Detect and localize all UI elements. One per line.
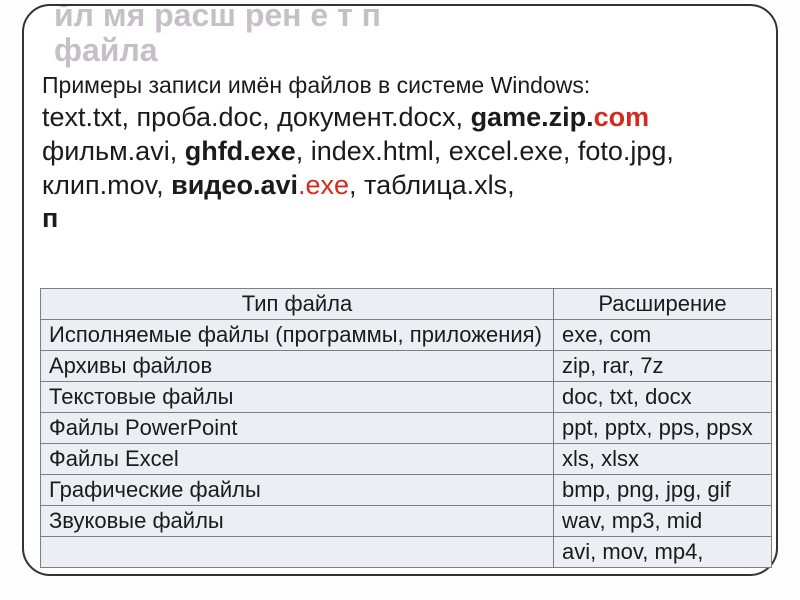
title-line1: йл мя расш рен е т п [54, 4, 381, 33]
ex-text: клип.mov, [42, 170, 171, 200]
td-ext: xls, xlsx [554, 444, 772, 475]
ex-text: text.txt, проба.doc, документ.docx, [42, 102, 471, 132]
td-type: Графические файлы [41, 475, 554, 506]
ex-bold: ghfd.exe [185, 136, 296, 166]
ex-text: , index.html, excel.exe, foto.jpg, [296, 136, 674, 166]
td-type: Звуковые файлы [41, 506, 554, 537]
table-header-row: Тип файла Расширение [41, 289, 772, 320]
td-type: Текстовые файлы [41, 382, 554, 413]
ex-red: .exe [298, 170, 349, 200]
slide-title: йл мя расш рен е т п файла [54, 4, 746, 68]
th-ext: Расширение [554, 289, 772, 320]
td-ext: avi, mov, mp4, [554, 537, 772, 568]
td-ext: bmp, png, jpg, gif [554, 475, 772, 506]
td-type: Архивы файлов [41, 351, 554, 382]
table-row: Файлы PowerPointppt, pptx, pps, ppsx [41, 413, 772, 444]
td-type: Исполняемые файлы (программы, приложения… [41, 320, 554, 351]
td-ext: exe, com [554, 320, 772, 351]
td-type [41, 537, 554, 568]
ex-red: com [594, 102, 650, 132]
ex-bold-cut: п [42, 203, 58, 233]
td-ext: ppt, pptx, pps, ppsx [554, 413, 772, 444]
table-row: Текстовые файлыdoc, txt, docx [41, 382, 772, 413]
td-ext: wav, mp3, mid [554, 506, 772, 537]
ex-text: фильм.avi, [42, 136, 185, 166]
extensions-table: Тип файла Расширение Исполняемые файлы (… [40, 288, 772, 568]
table-row: Графические файлыbmp, png, jpg, gif [41, 475, 772, 506]
ex-text: , таблица.xls, [349, 170, 515, 200]
slide-content: Примеры записи имён файлов в системе Win… [42, 72, 758, 236]
table-row: Исполняемые файлы (программы, приложения… [41, 320, 772, 351]
td-ext: doc, txt, docx [554, 382, 772, 413]
table-row: Файлы Excelxls, xlsx [41, 444, 772, 475]
ex-bold: видео.avi [171, 170, 298, 200]
th-type: Тип файла [41, 289, 554, 320]
table-row: avi, mov, mp4, [41, 537, 772, 568]
td-type: Файлы PowerPoint [41, 413, 554, 444]
intro-text: Примеры записи имён файлов в системе Win… [42, 72, 758, 99]
table-row: Архивы файловzip, rar, 7z [41, 351, 772, 382]
ex-bold: game.zip. [471, 102, 594, 132]
td-ext: zip, rar, 7z [554, 351, 772, 382]
filename-examples: text.txt, проба.doc, документ.docx, game… [42, 101, 758, 236]
td-type: Файлы Excel [41, 444, 554, 475]
table-row: Звуковые файлыwav, mp3, mid [41, 506, 772, 537]
title-line2: файла [54, 33, 746, 68]
